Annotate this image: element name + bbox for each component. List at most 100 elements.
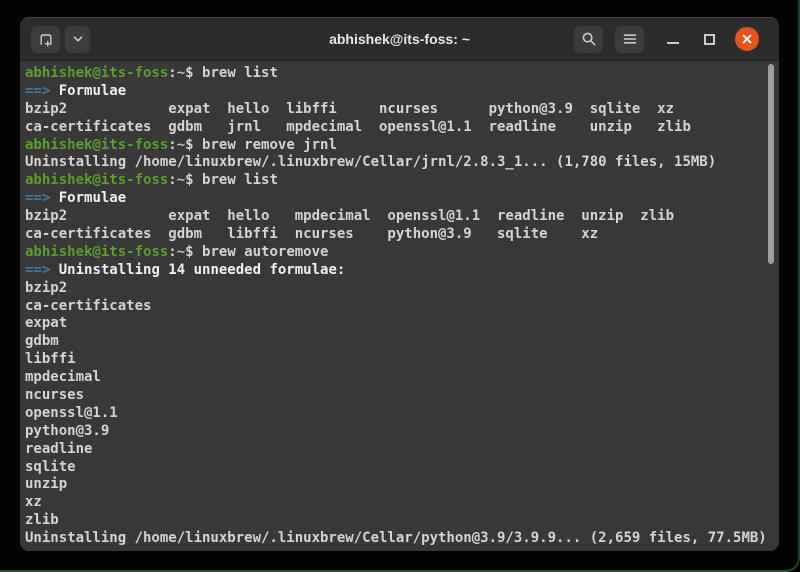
terminal-text-segment: Formulae — [59, 190, 126, 206]
terminal-text-segment: $ — [185, 244, 202, 260]
maximize-icon — [704, 34, 715, 45]
search-button[interactable] — [573, 25, 604, 54]
terminal-line: readline — [25, 441, 779, 459]
terminal-text-segment: zlib — [25, 512, 59, 528]
terminal-line: abhishek@its-foss:~$ brew remove jrnl — [25, 137, 779, 155]
terminal-text-segment: ==> — [25, 262, 50, 278]
terminal-line: bzip2 expat hello mpdecimal openssl@1.1 … — [25, 208, 779, 226]
titlebar-right-group — [573, 25, 759, 54]
terminal-line: abhishek@its-foss:~$ brew list — [25, 172, 779, 190]
terminal-line: gdbm — [25, 333, 779, 351]
terminal-line: ==> Formulae — [25, 83, 779, 101]
terminal-text-segment: $ — [185, 137, 202, 153]
terminal-text-segment — [50, 262, 58, 278]
terminal-line: ca-certificates gdbm libffi ncurses pyth… — [25, 226, 779, 244]
terminal-text-segment: brew remove jrnl — [202, 137, 337, 153]
minimize-icon — [667, 42, 679, 44]
terminal-line: sqlite — [25, 459, 779, 477]
terminal-text-segment: ~ — [177, 137, 185, 153]
terminal-text-segment: abhishek@its-foss — [25, 65, 168, 81]
terminal-line: expat — [25, 315, 779, 333]
minimize-button[interactable] — [663, 29, 683, 49]
terminal-text-segment: $ — [185, 172, 202, 188]
terminal-line: openssl@1.1 — [25, 405, 779, 423]
terminal-line: bzip2 expat hello libffi ncurses python@… — [25, 101, 779, 119]
terminal-text-segment: bzip2 expat hello libffi ncurses python@… — [25, 101, 674, 117]
terminal-line: zlib — [25, 512, 779, 530]
terminal-text-segment: ==> — [25, 190, 50, 206]
terminal-text-segment: : — [168, 137, 176, 153]
terminal-text-segment: libffi — [25, 351, 76, 367]
new-tab-icon — [38, 31, 54, 47]
terminal-text-segment: : — [168, 172, 176, 188]
terminal-text-segment: openssl@1.1 — [25, 405, 118, 421]
terminal-line: libffi — [25, 351, 779, 369]
scrollbar[interactable] — [766, 61, 776, 551]
terminal-text-segment: readline — [25, 441, 92, 457]
terminal-line: Uninstalling /home/linuxbrew/.linuxbrew/… — [25, 154, 779, 172]
tab-list-dropdown-button[interactable] — [64, 25, 91, 54]
scrollbar-thumb[interactable] — [768, 64, 774, 264]
terminal-text-segment: bzip2 — [25, 280, 67, 296]
window-title: abhishek@its-foss: ~ — [329, 31, 470, 47]
terminal-text-segment: bzip2 expat hello mpdecimal openssl@1.1 … — [25, 208, 674, 224]
chevron-down-icon — [71, 32, 85, 46]
terminal-text-segment: ncurses — [25, 387, 84, 403]
terminal-text-segment: brew autoremove — [202, 244, 328, 260]
terminal-text-segment: : — [168, 244, 176, 260]
terminal-output: abhishek@its-foss:~$ brew list==> Formul… — [25, 65, 779, 548]
screenshot-background: abhishek@its-foss: ~ — [0, 0, 800, 572]
titlebar-left-group — [30, 25, 91, 54]
terminal-text-segment: Formulae — [59, 83, 126, 99]
terminal-line: mpdecimal — [25, 369, 779, 387]
close-icon — [741, 33, 753, 45]
terminal-text-segment: mpdecimal — [25, 369, 101, 385]
terminal-line: ncurses — [25, 387, 779, 405]
terminal-text-segment: Uninstalling 14 unneeded formulae: — [59, 262, 346, 278]
terminal-line: ca-certificates — [25, 298, 779, 316]
terminal-text-segment: brew list — [202, 172, 278, 188]
terminal-screen[interactable]: abhishek@its-foss:~$ brew list==> Formul… — [20, 61, 779, 551]
terminal-text-segment: Uninstalling /home/linuxbrew/.linuxbrew/… — [25, 154, 716, 170]
terminal-text-segment — [50, 190, 58, 206]
new-tab-button[interactable] — [30, 25, 61, 54]
terminal-text-segment: abhishek@its-foss — [25, 137, 168, 153]
close-button[interactable] — [735, 27, 759, 51]
hamburger-menu-icon — [622, 31, 638, 47]
terminal-text-segment: ~ — [177, 65, 185, 81]
terminal-text-segment: ~ — [177, 244, 185, 260]
terminal-line: python@3.9 — [25, 423, 779, 441]
maximize-button[interactable] — [699, 29, 719, 49]
terminal-text-segment: ca-certificates — [25, 298, 151, 314]
terminal-text-segment: sqlite — [25, 459, 76, 475]
terminal-text-segment: unzip — [25, 476, 67, 492]
terminal-line: ca-certificates gdbm jrnl mpdecimal open… — [25, 119, 779, 137]
terminal-line: ==> Formulae — [25, 190, 779, 208]
terminal-text-segment: abhishek@its-foss — [25, 244, 168, 260]
terminal-text-segment: expat — [25, 315, 67, 331]
terminal-text-segment: abhishek@its-foss — [25, 172, 168, 188]
terminal-text-segment: $ — [185, 65, 202, 81]
menu-button[interactable] — [614, 25, 645, 54]
search-icon — [581, 31, 597, 47]
terminal-text-segment: python@3.9 — [25, 423, 109, 439]
terminal-text-segment: brew list — [202, 65, 278, 81]
terminal-line: Uninstalling /home/linuxbrew/.linuxbrew/… — [25, 530, 779, 548]
terminal-text-segment: ca-certificates gdbm libffi ncurses pyth… — [25, 226, 598, 242]
terminal-text-segment: ==> — [25, 83, 50, 99]
terminal-text-segment: : — [168, 65, 176, 81]
titlebar[interactable]: abhishek@its-foss: ~ — [20, 18, 779, 61]
terminal-text-segment — [50, 83, 58, 99]
terminal-window: abhishek@its-foss: ~ — [20, 17, 779, 551]
terminal-line: abhishek@its-foss:~$ brew autoremove — [25, 244, 779, 262]
terminal-text-segment: gdbm — [25, 333, 59, 349]
terminal-line: bzip2 — [25, 280, 779, 298]
terminal-text-segment: ca-certificates gdbm jrnl mpdecimal open… — [25, 119, 691, 135]
terminal-line: xz — [25, 494, 779, 512]
terminal-text-segment: ~ — [177, 172, 185, 188]
terminal-text-segment: Uninstalling /home/linuxbrew/.linuxbrew/… — [25, 530, 767, 546]
terminal-line: unzip — [25, 476, 779, 494]
terminal-line: abhishek@its-foss:~$ brew list — [25, 65, 779, 83]
terminal-text-segment: xz — [25, 494, 42, 510]
terminal-line: ==> Uninstalling 14 unneeded formulae: — [25, 262, 779, 280]
